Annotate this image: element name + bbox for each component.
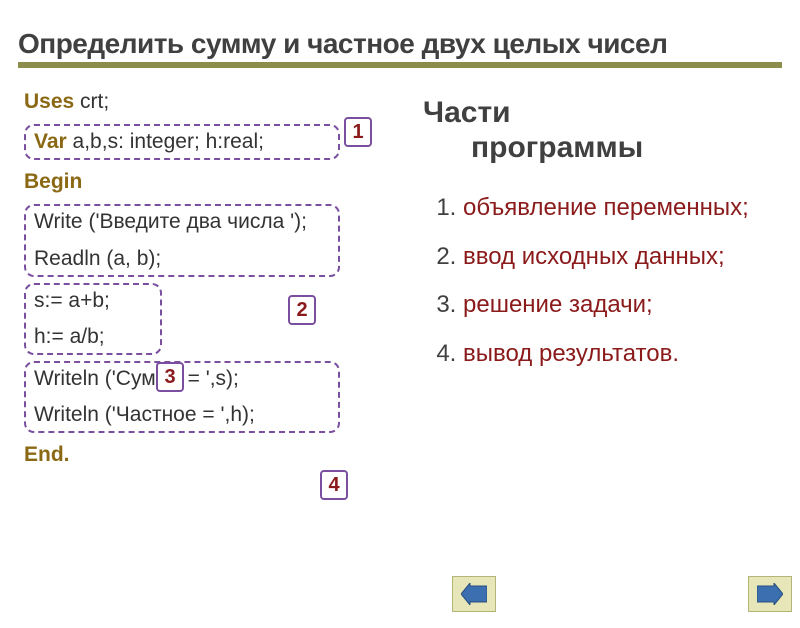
code-calc2: h:= a/b; xyxy=(34,325,152,349)
keyword-begin: Begin xyxy=(24,170,82,193)
keyword-var: Var xyxy=(34,130,67,153)
group-3-calc: s:= a+b; h:= a/b; xyxy=(24,283,162,355)
group-1-var: Var a,b,s: integer; h:real; xyxy=(24,124,340,160)
part-item-1: объявление переменных; xyxy=(463,193,783,224)
code-readln: Readln (a, b); xyxy=(34,247,330,271)
keyword-uses: Uses xyxy=(24,90,74,113)
parts-title-line1: Части xyxy=(423,96,511,129)
code-uses-rest: crt; xyxy=(74,90,109,113)
arrow-left-icon xyxy=(461,583,487,605)
label-3: 3 xyxy=(156,362,184,392)
code-uses: Uses crt; xyxy=(24,90,394,114)
prev-button[interactable] xyxy=(452,576,496,612)
title-bar: Определить сумму и частное двух целых чи… xyxy=(18,28,782,68)
parts-title-line2: программы xyxy=(427,131,783,166)
code-var-rest: a,b,s: integer; h:real; xyxy=(67,130,264,153)
part-item-4: вывод результатов. xyxy=(463,339,783,370)
parts-list: объявление переменных; ввод исходных дан… xyxy=(423,193,783,370)
group-2-input: Write ('Введите два числа '); Readln (a,… xyxy=(24,204,340,276)
label-1: 1 xyxy=(344,117,372,147)
code-calc1: s:= a+b; xyxy=(34,289,152,313)
label-4: 4 xyxy=(320,470,348,500)
code-end: End. xyxy=(24,443,394,467)
next-button[interactable] xyxy=(748,576,792,612)
code-listing: Uses crt; Var a,b,s: integer; h:real; Be… xyxy=(24,80,394,477)
parts-title: Части программы xyxy=(423,96,783,165)
slide-title: Определить сумму и частное двух целых чи… xyxy=(18,28,782,60)
code-begin: Begin xyxy=(24,170,394,194)
keyword-end: End. xyxy=(24,443,70,466)
code-out2: Writeln ('Частное = ',h); xyxy=(34,403,330,427)
part-item-3: решение задачи; xyxy=(463,290,783,321)
code-write: Write ('Введите два числа '); xyxy=(34,210,330,234)
arrow-right-icon xyxy=(757,583,783,605)
label-2: 2 xyxy=(288,295,316,325)
part-item-2: ввод исходных данных; xyxy=(463,242,783,273)
nav-buttons xyxy=(452,576,792,612)
parts-panel: Части программы объявление переменных; в… xyxy=(423,96,783,388)
